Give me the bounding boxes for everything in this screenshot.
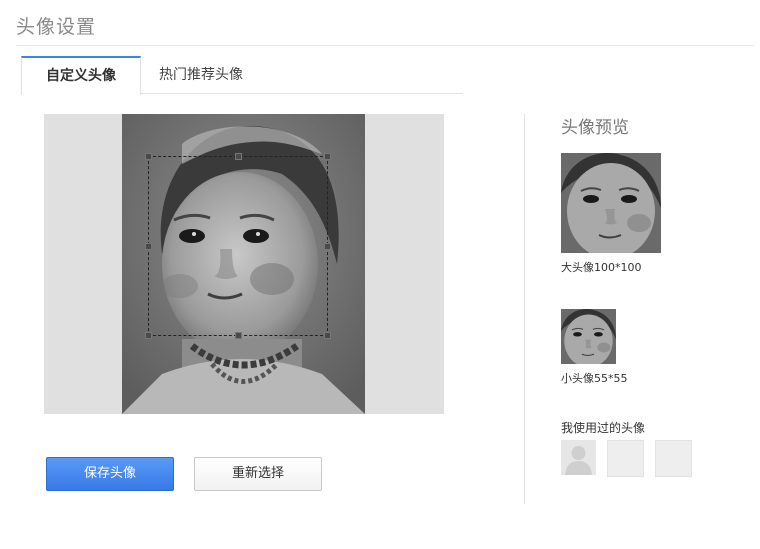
title-divider: [16, 45, 754, 46]
used-avatar-slot[interactable]: [607, 440, 644, 477]
page-title: 头像设置: [16, 16, 97, 38]
tab-bar: 自定义头像 热门推荐头像: [21, 56, 463, 95]
small-avatar-caption: 小头像55*55: [561, 372, 628, 385]
used-avatar-slot[interactable]: [655, 440, 692, 477]
crop-handle-e[interactable]: [324, 243, 331, 250]
large-avatar-caption: 大头像100*100: [561, 261, 642, 274]
crop-handle-w[interactable]: [145, 243, 152, 250]
small-preview-image: [561, 309, 616, 364]
crop-stage: [44, 114, 444, 414]
large-preview-image: [561, 153, 661, 253]
small-avatar-preview: [561, 309, 616, 364]
preview-title: 头像预览: [561, 118, 629, 138]
crop-selection[interactable]: [145, 153, 331, 339]
tab-custom-avatar[interactable]: 自定义头像: [21, 56, 141, 95]
crop-handle-n[interactable]: [235, 153, 242, 160]
large-avatar-preview: [561, 153, 661, 253]
tab-recommended-avatars[interactable]: 热门推荐头像: [141, 56, 261, 94]
crop-handle-ne[interactable]: [324, 153, 331, 160]
default-user-icon: [561, 440, 596, 475]
crop-handle-sw[interactable]: [145, 332, 152, 339]
crop-handle-s[interactable]: [235, 332, 242, 339]
vertical-divider: [524, 114, 525, 504]
used-avatar-default[interactable]: [561, 440, 596, 475]
reselect-button[interactable]: 重新选择: [194, 457, 322, 491]
crop-handle-nw[interactable]: [145, 153, 152, 160]
crop-handle-se[interactable]: [324, 332, 331, 339]
used-avatars-title: 我使用过的头像: [561, 421, 646, 435]
save-avatar-button[interactable]: 保存头像: [46, 457, 174, 491]
